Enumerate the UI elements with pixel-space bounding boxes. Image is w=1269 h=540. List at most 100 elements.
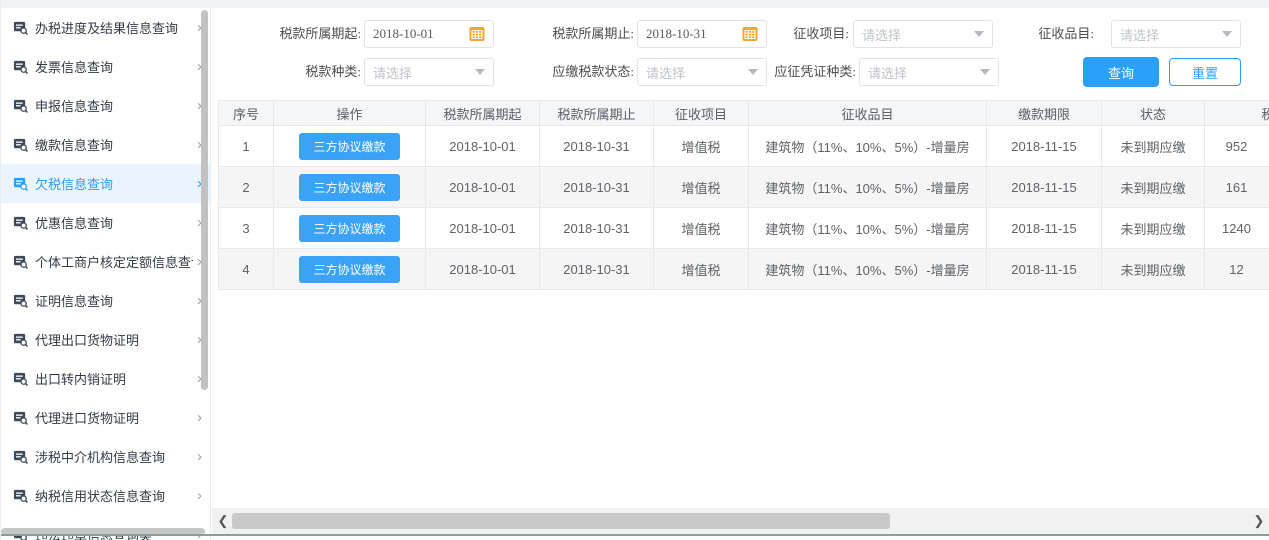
document-search-icon	[13, 59, 28, 74]
period-end-label: 税款所属期止:	[552, 26, 634, 41]
sidebar-item-tax-progress-query[interactable]: 办税进度及结果信息查询 ›	[1, 8, 210, 47]
table-row: 1 三方协议缴款 2018-10-01 2018-10-31 增值税 建筑物（1…	[218, 125, 1269, 167]
sidebar-vertical-scrollbar[interactable]	[201, 10, 208, 390]
cell-period-end: 2018-10-31	[539, 248, 654, 290]
tripartite-agreement-pay-button[interactable]: 三方协议缴款	[299, 255, 400, 283]
chevron-right-icon: ›	[197, 409, 202, 426]
scroll-left-icon[interactable]: ❮	[214, 508, 232, 534]
sidebar-item-label: 优惠信息查询	[35, 216, 114, 231]
document-search-icon	[13, 293, 28, 308]
sidebar-item-label: 代理出口货物证明	[35, 333, 140, 348]
col-header-project: 征收项目	[653, 100, 749, 126]
document-search-icon	[13, 176, 28, 191]
col-header-action: 操作	[273, 100, 426, 126]
voucher-type-placeholder: 请选择	[868, 65, 908, 81]
table-header-row: 序号 操作 税款所属期起 税款所属期止 征收项目 征收品目 缴款期限 状态 税额	[218, 100, 1269, 126]
cell-amount: 952	[1204, 125, 1269, 167]
col-header-item: 征收品目	[748, 100, 987, 126]
sidebar-item-payment-query[interactable]: 缴款信息查询 ›	[1, 125, 210, 164]
calendar-icon[interactable]	[469, 26, 485, 42]
sidebar-item-certificate-query[interactable]: 证明信息查询 ›	[1, 281, 210, 320]
table-row: 3 三方协议缴款 2018-10-01 2018-10-31 增值税 建筑物（1…	[218, 207, 1269, 249]
sidebar-item-declaration-query[interactable]: 申报信息查询 ›	[1, 86, 210, 125]
cell-amount: 12	[1204, 248, 1269, 290]
cell-item: 建筑物（11%、10%、5%）-增量房	[748, 248, 987, 290]
sidebar-item-label: 缴款信息查询	[35, 138, 114, 153]
app-window: 办税进度及结果信息查询 › 发票信息查询 › 申报信息查询 › 缴款信息查询 ›…	[0, 0, 1269, 540]
cell-amount: 1240	[1204, 207, 1269, 249]
horizontal-scrollbar-thumb[interactable]	[232, 513, 890, 529]
col-header-status: 状态	[1101, 100, 1205, 126]
collection-item-label: 征收品目:	[1038, 26, 1094, 41]
scroll-right-icon[interactable]: ❯	[1250, 508, 1268, 534]
col-header-deadline: 缴款期限	[986, 100, 1102, 126]
collection-project-placeholder: 请选择	[862, 27, 902, 43]
query-button[interactable]: 查询	[1083, 57, 1159, 87]
tax-type-placeholder: 请选择	[373, 65, 413, 81]
sidebar-item-preference-query[interactable]: 优惠信息查询 ›	[1, 203, 210, 242]
payable-status-placeholder: 请选择	[646, 65, 686, 81]
sidebar-item-label: 办税进度及结果信息查询	[35, 21, 179, 36]
voucher-type-select[interactable]: 请选择	[859, 58, 999, 86]
period-start-label: 税款所属期起:	[279, 26, 361, 41]
chevron-right-icon: ›	[197, 448, 202, 465]
cell-status: 未到期应缴	[1101, 125, 1205, 167]
sidebar-item-import-agency-certificate[interactable]: 代理进口货物证明 ›	[1, 398, 210, 437]
sidebar-item-label: 代理进口货物证明	[35, 411, 140, 426]
voucher-type-label: 应征凭证种类:	[774, 64, 856, 79]
cell-deadline: 2018-11-15	[986, 166, 1102, 208]
sidebar-item-export-to-domestic-certificate[interactable]: 出口转内销证明 ›	[1, 359, 210, 398]
reset-button[interactable]: 重置	[1169, 58, 1241, 86]
tripartite-agreement-pay-button[interactable]: 三方协议缴款	[299, 132, 400, 160]
horizontal-scrollbar[interactable]: ❮ ❯	[212, 508, 1269, 534]
sidebar-item-label: 纳税信用状态信息查询	[35, 489, 166, 504]
cell-project: 增值税	[653, 248, 749, 290]
cell-period-end: 2018-10-31	[539, 207, 654, 249]
cell-deadline: 2018-11-15	[986, 248, 1102, 290]
period-start-value: 2018-10-01	[373, 26, 434, 41]
collection-item-select[interactable]: 请选择	[1111, 20, 1241, 48]
document-search-icon	[13, 98, 28, 113]
cell-period-start: 2018-10-01	[425, 248, 540, 290]
document-search-icon	[13, 137, 28, 152]
sidebar-item-tax-arrears-query[interactable]: 欠税信息查询 ›	[1, 164, 210, 203]
cell-deadline: 2018-11-15	[986, 207, 1102, 249]
sidebar-item-label: 证明信息查询	[35, 294, 114, 309]
cell-index: 1	[218, 125, 274, 167]
cell-index: 3	[218, 207, 274, 249]
tax-type-select[interactable]: 请选择	[364, 58, 494, 86]
cell-item: 建筑物（11%、10%、5%）-增量房	[748, 125, 987, 167]
sidebar-item-tax-credit-status-query[interactable]: 纳税信用状态信息查询 ›	[1, 476, 210, 515]
col-header-index: 序号	[218, 100, 274, 126]
sidebar-item-individual-quota-query[interactable]: 个体工商户核定定额信息查询 ›	[1, 242, 210, 281]
document-search-icon	[13, 410, 28, 425]
chevron-right-icon: ›	[197, 487, 202, 504]
sidebar-item-tax-intermediary-query[interactable]: 涉税中介机构信息查询 ›	[1, 437, 210, 476]
cell-status: 未到期应缴	[1101, 166, 1205, 208]
cell-project: 增值税	[653, 166, 749, 208]
cell-period-start: 2018-10-01	[425, 166, 540, 208]
cell-project: 增值税	[653, 207, 749, 249]
sidebar-item-invoice-query[interactable]: 发票信息查询 ›	[1, 47, 210, 86]
document-search-icon	[13, 254, 28, 269]
col-header-period-end: 税款所属期止	[539, 100, 654, 126]
tripartite-agreement-pay-button[interactable]: 三方协议缴款	[299, 173, 400, 201]
cell-index: 2	[218, 166, 274, 208]
document-search-icon	[13, 371, 28, 386]
cell-item: 建筑物（11%、10%、5%）-增量房	[748, 207, 987, 249]
cell-period-start: 2018-10-01	[425, 207, 540, 249]
results-table-wrap: 序号 操作 税款所属期起 税款所属期止 征收项目 征收品目 缴款期限 状态 税额…	[218, 100, 1269, 302]
sidebar-item-label: 发票信息查询	[35, 60, 114, 75]
document-search-icon	[13, 215, 28, 230]
document-search-icon	[13, 488, 28, 503]
tripartite-agreement-pay-button[interactable]: 三方协议缴款	[299, 214, 400, 242]
cell-period-start: 2018-10-01	[425, 125, 540, 167]
cell-status: 未到期应缴	[1101, 207, 1205, 249]
table-row: 4 三方协议缴款 2018-10-01 2018-10-31 增值税 建筑物（1…	[218, 248, 1269, 290]
main-content: 税款所属期起: 2018-10-01 税款所属期止: 2018-10-31 征收…	[212, 8, 1269, 534]
sidebar-item-export-agency-certificate[interactable]: 代理出口货物证明 ›	[1, 320, 210, 359]
period-start-input[interactable]: 2018-10-01	[364, 20, 494, 48]
cell-period-end: 2018-10-31	[539, 125, 654, 167]
col-header-amount: 税额	[1204, 100, 1269, 126]
filter-form: 税款所属期起: 2018-10-01 税款所属期止: 2018-10-31 征收…	[212, 8, 1269, 103]
